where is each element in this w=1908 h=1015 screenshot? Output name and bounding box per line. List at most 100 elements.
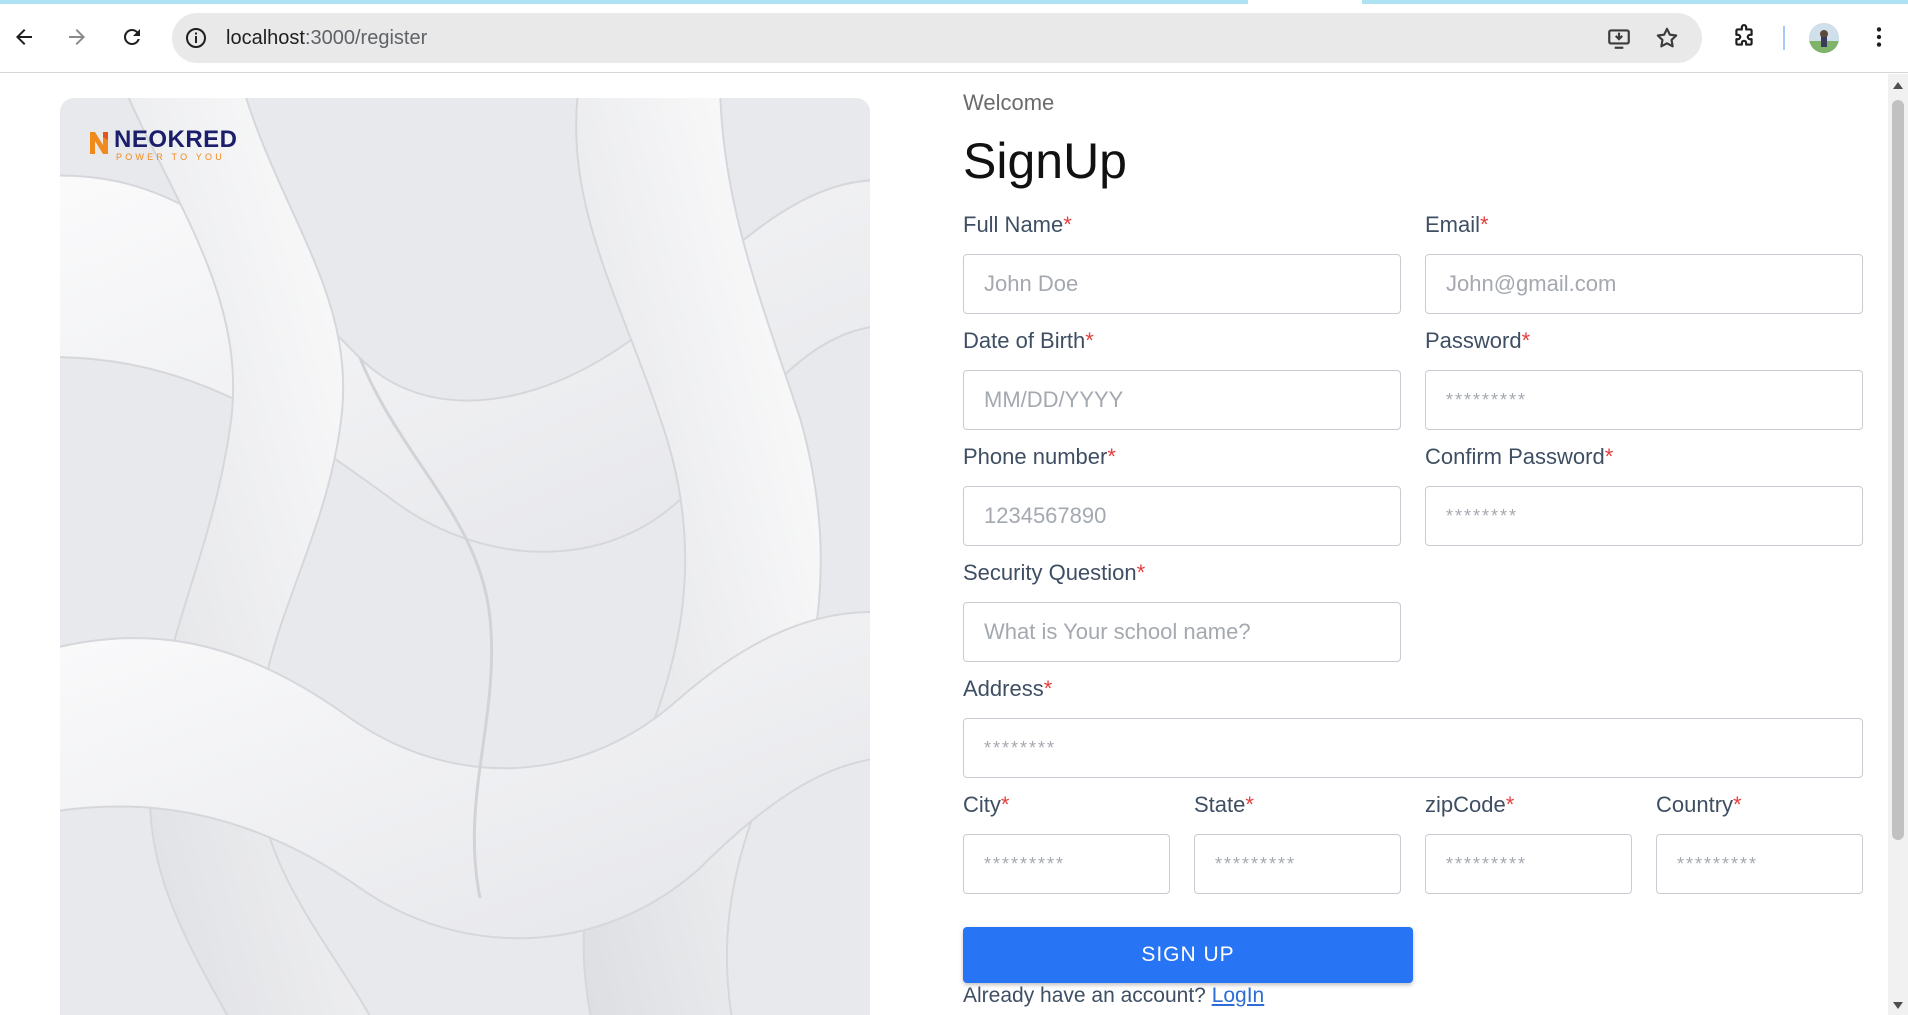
security-question-label-text: Security Question	[963, 560, 1137, 585]
page-scrollbar[interactable]	[1888, 74, 1908, 1015]
back-icon	[16, 29, 32, 45]
avatar-image	[1809, 23, 1839, 53]
state-input[interactable]: *********	[1194, 834, 1401, 894]
city-label-text: City	[963, 792, 1001, 817]
password-field: Password* *********	[1425, 328, 1863, 430]
bookmark-button[interactable]	[1653, 24, 1681, 52]
dob-field: Date of Birth* MM/DD/YYYY	[963, 328, 1401, 430]
phone-label: Phone number*	[963, 444, 1401, 472]
required-asterisk: *	[1000, 792, 1010, 817]
security-question-label: Security Question*	[963, 560, 1401, 588]
signup-button[interactable]: SIGN UP	[963, 927, 1413, 983]
dob-label-text: Date of Birth	[963, 328, 1086, 353]
required-asterisk: *	[1245, 792, 1254, 817]
login-prompt-text: Already have an account?	[963, 984, 1206, 1007]
url-host: localhost	[226, 27, 305, 49]
phone-field: Phone number* 1234567890	[963, 444, 1401, 546]
forward-button[interactable]	[60, 20, 94, 54]
brand-logo: NEOKRED POWER TO YOU	[88, 128, 238, 162]
login-link[interactable]: LogIn	[1212, 984, 1265, 1007]
scrollbar-thumb[interactable]	[1892, 100, 1904, 840]
site-info-icon[interactable]	[184, 26, 208, 50]
page-viewport: NEOKRED POWER TO YOU Welcome SignUp Full…	[0, 74, 1888, 1015]
abstract-pattern-image	[60, 98, 870, 1015]
install-app-button[interactable]	[1605, 24, 1633, 52]
email-field: Email* John@gmail.com	[1425, 212, 1863, 314]
required-asterisk: *	[1604, 444, 1614, 469]
zipcode-label: zipCode*	[1425, 792, 1632, 820]
bookmark-star-icon	[1656, 27, 1678, 48]
full-name-input[interactable]: John Doe	[963, 254, 1401, 314]
confirm-password-field: Confirm Password* ********	[1425, 444, 1863, 546]
required-asterisk: *	[1136, 560, 1146, 585]
back-button[interactable]	[7, 20, 41, 54]
toolbar-divider	[1783, 26, 1785, 50]
state-field: State* *********	[1194, 792, 1401, 894]
page-title: SignUp	[963, 133, 1127, 189]
menu-dots-icon	[1876, 27, 1882, 47]
password-label: Password*	[1425, 328, 1863, 356]
loading-bar	[0, 0, 1248, 4]
login-prompt: Already have an account? LogIn	[963, 984, 1264, 1008]
full-name-label: Full Name*	[963, 212, 1401, 240]
required-asterisk: *	[1505, 792, 1515, 817]
required-asterisk: *	[1107, 444, 1116, 469]
profile-avatar[interactable]	[1809, 23, 1839, 53]
security-question-input[interactable]: What is Your school name?	[963, 602, 1401, 662]
country-input[interactable]: *********	[1656, 834, 1863, 894]
country-label-text: Country	[1656, 792, 1734, 817]
full-name-field: Full Name* John Doe	[963, 212, 1401, 314]
browser-toolbar: localhost:3000/register	[0, 0, 1908, 73]
city-input[interactable]: *********	[963, 834, 1170, 894]
phone-input[interactable]: 1234567890	[963, 486, 1401, 546]
scroll-up-arrow-icon[interactable]	[1893, 82, 1903, 89]
address-bar[interactable]: localhost:3000/register	[172, 13, 1702, 63]
signup-form: Welcome SignUp Full Name* John Doe Email…	[963, 74, 1863, 1015]
address-input[interactable]: ********	[963, 718, 1863, 778]
brand-name: NEOKRED	[114, 126, 238, 153]
required-asterisk: *	[1480, 212, 1489, 237]
dob-label: Date of Birth*	[963, 328, 1401, 356]
reload-button[interactable]	[115, 20, 149, 54]
password-label-text: Password	[1425, 328, 1522, 353]
address-label-text: Address	[963, 676, 1044, 701]
reload-icon	[123, 28, 140, 45]
scroll-down-arrow-icon[interactable]	[1893, 1002, 1903, 1009]
extensions-icon	[1735, 24, 1753, 46]
city-field: City* *********	[963, 792, 1170, 894]
phone-label-text: Phone number	[963, 444, 1108, 469]
extensions-button[interactable]	[1730, 23, 1758, 51]
confirm-password-label: Confirm Password*	[1425, 444, 1863, 472]
zipcode-input[interactable]: *********	[1425, 834, 1632, 894]
zipcode-label-text: zipCode	[1425, 792, 1506, 817]
dob-input[interactable]: MM/DD/YYYY	[963, 370, 1401, 430]
confirm-password-label-text: Confirm Password	[1425, 444, 1605, 469]
install-app-icon	[1608, 29, 1630, 49]
required-asterisk: *	[1063, 212, 1072, 237]
required-asterisk: *	[1521, 328, 1531, 353]
url-path: :3000/register	[304, 27, 428, 49]
city-label: City*	[963, 792, 1170, 820]
address-field: Address* ********	[963, 676, 1863, 778]
address-label: Address*	[963, 676, 1863, 704]
required-asterisk: *	[1085, 328, 1094, 353]
email-label-text: Email	[1425, 212, 1481, 237]
forward-icon	[69, 29, 85, 45]
country-field: Country* *********	[1656, 792, 1863, 894]
full-name-label-text: Full Name	[963, 212, 1064, 237]
hero-image-panel: NEOKRED POWER TO YOU	[60, 98, 870, 1015]
url-text[interactable]: localhost:3000/register	[226, 27, 427, 50]
required-asterisk: *	[1043, 676, 1053, 701]
zipcode-field: zipCode* *********	[1425, 792, 1632, 894]
security-question-field: Security Question* What is Your school n…	[963, 560, 1401, 662]
state-label-text: State	[1194, 792, 1246, 817]
password-input[interactable]: *********	[1425, 370, 1863, 430]
welcome-text: Welcome	[963, 90, 1055, 115]
email-label: Email*	[1425, 212, 1863, 240]
email-input[interactable]: John@gmail.com	[1425, 254, 1863, 314]
confirm-password-input[interactable]: ********	[1425, 486, 1863, 546]
browser-menu-button[interactable]	[1865, 23, 1893, 51]
country-label: Country*	[1656, 792, 1863, 820]
required-asterisk: *	[1733, 792, 1742, 817]
brand-tagline: POWER TO YOU	[116, 152, 225, 162]
